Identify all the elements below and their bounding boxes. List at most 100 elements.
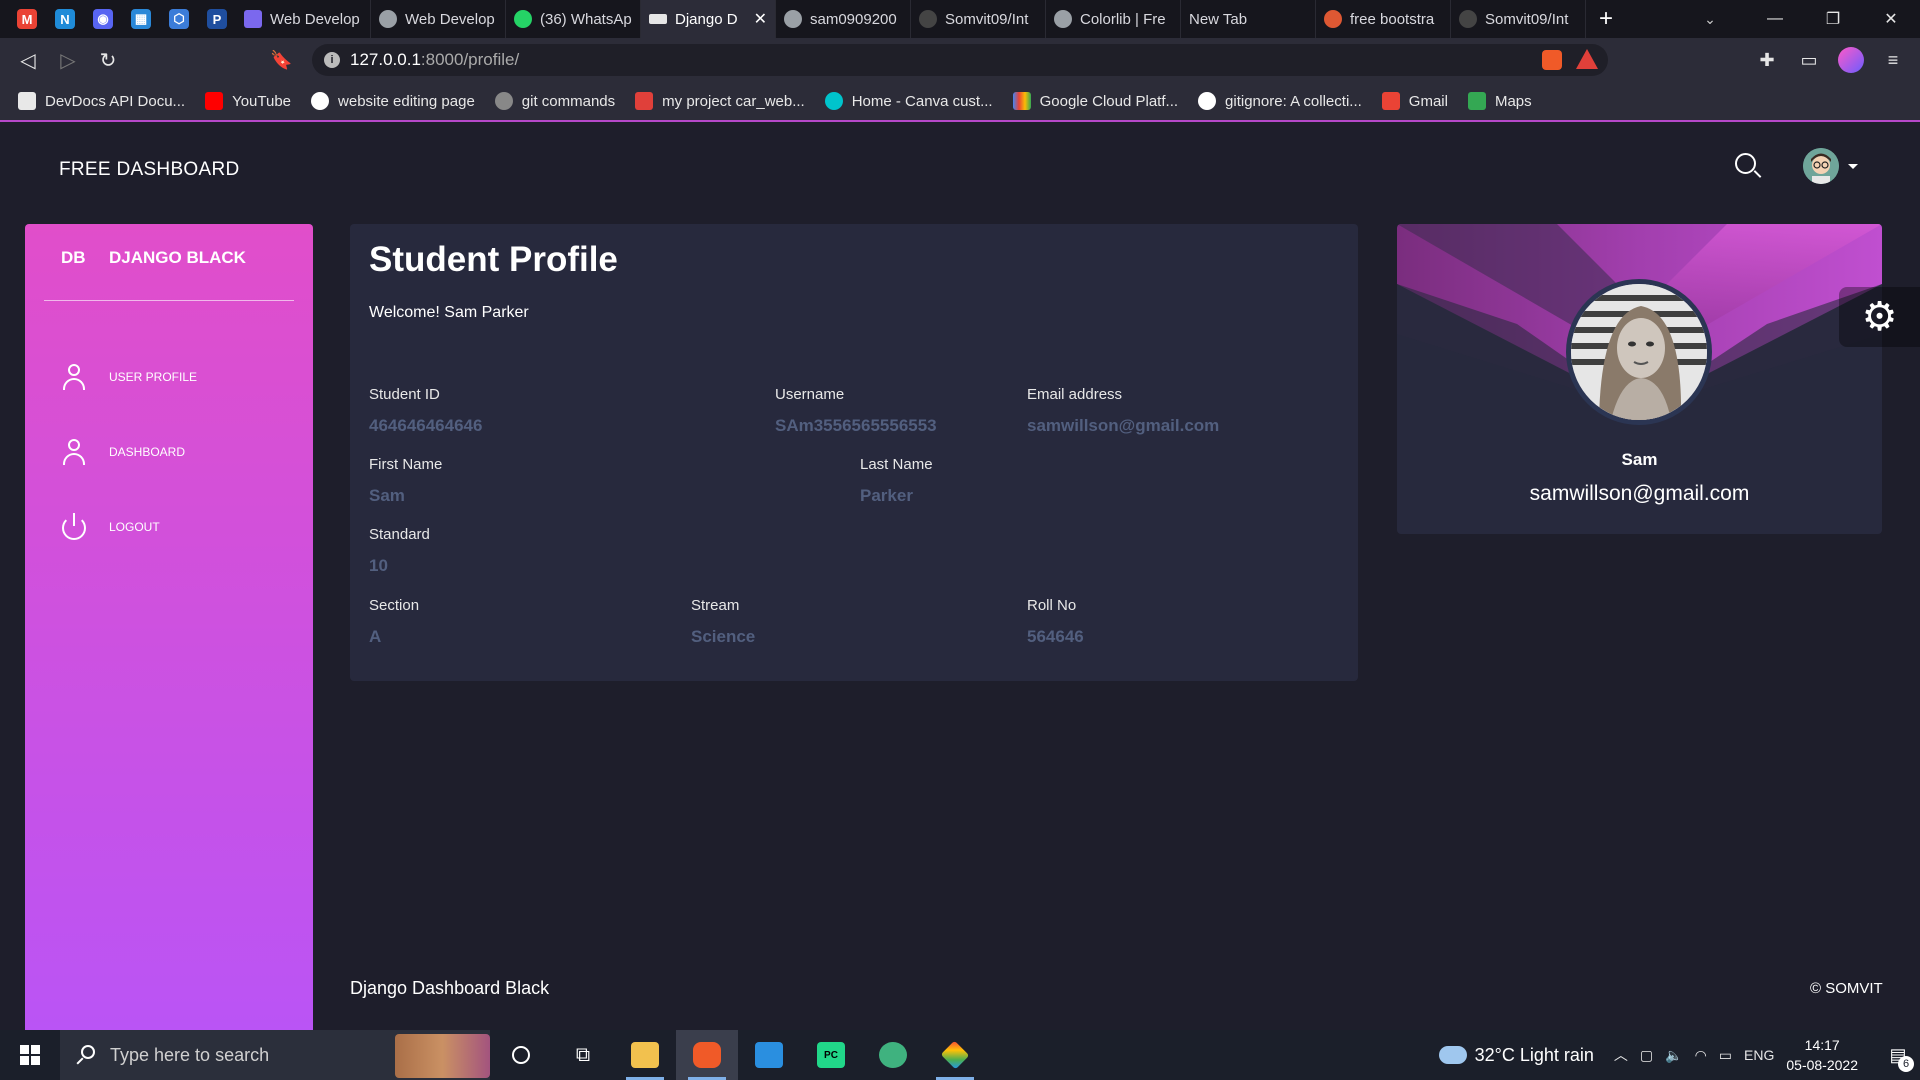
restore-icon[interactable]: ❐ bbox=[1804, 0, 1862, 38]
navbar-brand[interactable]: FREE DASHBOARD bbox=[59, 159, 240, 181]
pycharm-icon[interactable]: PC bbox=[800, 1030, 862, 1080]
volume-icon[interactable]: 🔈 bbox=[1665, 1047, 1682, 1064]
git-kraken-icon[interactable] bbox=[924, 1030, 986, 1080]
tab-title: Web Develop bbox=[405, 10, 495, 28]
url-field[interactable]: i 127.0.0.1:8000/profile/ bbox=[312, 44, 1608, 76]
power-icon bbox=[61, 512, 87, 542]
search-icon bbox=[76, 1045, 96, 1065]
email-value: samwillson@gmail.com bbox=[1027, 416, 1220, 435]
bookmark-item[interactable]: Gmail bbox=[1381, 92, 1448, 110]
browser-tab-active[interactable]: Django D ✕ bbox=[641, 0, 776, 38]
bookmark-item[interactable]: Maps bbox=[1467, 92, 1532, 110]
bookmark-item[interactable]: git commands bbox=[494, 92, 615, 110]
bookmark-label: DevDocs API Docu... bbox=[45, 92, 186, 110]
globe-icon bbox=[1054, 10, 1072, 28]
browser-tab[interactable]: sam0909200 bbox=[776, 0, 911, 38]
close-tab-icon[interactable]: ✕ bbox=[754, 9, 767, 29]
globe-icon bbox=[379, 10, 397, 28]
pinned-tab-paypal[interactable]: P bbox=[198, 0, 236, 38]
welcome-message: Welcome! Sam Parker bbox=[369, 304, 529, 321]
tab-search-chevron-icon[interactable]: ⌄ bbox=[1690, 0, 1730, 38]
weather-text: 32°C Light rain bbox=[1474, 1044, 1594, 1065]
wifi-icon[interactable]: ◠ bbox=[1695, 1047, 1707, 1064]
taskbar-clock[interactable]: 14:17 05-08-2022 bbox=[1786, 1035, 1858, 1075]
bookmarks-bar: DevDocs API Docu... YouTube website edit… bbox=[0, 82, 1920, 122]
tab-title: Colorlib | Fre bbox=[1080, 10, 1166, 28]
browser-menu-icon[interactable]: ≡ bbox=[1872, 38, 1914, 82]
browser-tab[interactable]: free bootstra bbox=[1316, 0, 1451, 38]
sidebar-item-logout[interactable]: LOGOUT bbox=[61, 507, 291, 547]
battery-icon[interactable]: ▭ bbox=[1719, 1047, 1732, 1064]
pinned-tab-hex[interactable]: ⬡ bbox=[160, 0, 198, 38]
reload-icon[interactable]: ↻ bbox=[88, 38, 128, 82]
bookmark-item[interactable]: website editing page bbox=[311, 92, 475, 110]
forward-icon[interactable]: ▷ bbox=[48, 38, 88, 82]
tab-title: Django D bbox=[675, 10, 738, 28]
atom-icon[interactable] bbox=[862, 1030, 924, 1080]
sidebar-logo[interactable]: DB bbox=[61, 248, 86, 268]
bookmark-item[interactable]: my project car_web... bbox=[635, 92, 805, 110]
bookmark-item[interactable]: Home - Canva cust... bbox=[824, 92, 993, 110]
weather-widget[interactable]: 32°C Light rain bbox=[1438, 1044, 1594, 1066]
window-close-icon[interactable]: ✕ bbox=[1862, 0, 1920, 38]
last-name-value: Parker bbox=[860, 486, 913, 505]
sidebar-title[interactable]: DJANGO BLACK bbox=[109, 248, 246, 268]
sidebar-item-user-profile[interactable]: USER PROFILE bbox=[61, 357, 291, 397]
start-button[interactable] bbox=[0, 1030, 60, 1080]
bookmark-item[interactable]: YouTube bbox=[205, 92, 291, 110]
vscode-icon[interactable] bbox=[738, 1030, 800, 1080]
email-label: Email address bbox=[1027, 386, 1123, 403]
taskbar-search-box[interactable]: Type here to search bbox=[60, 1030, 490, 1080]
profile-avatar-icon[interactable] bbox=[1830, 38, 1872, 82]
browser-tab[interactable]: Web Develop bbox=[236, 0, 371, 38]
cortana-icon[interactable] bbox=[490, 1030, 552, 1080]
back-icon[interactable]: ◁ bbox=[8, 38, 48, 82]
tab-title: Somvit09/Int bbox=[1485, 10, 1569, 28]
minimize-icon[interactable]: — bbox=[1746, 0, 1804, 38]
task-view-icon[interactable]: ⧉ bbox=[552, 1030, 614, 1080]
pinned-tab-app[interactable]: ▦ bbox=[122, 0, 160, 38]
site-info-icon[interactable]: i bbox=[324, 52, 340, 68]
browser-tab[interactable]: Web Develop bbox=[371, 0, 506, 38]
extensions-icon[interactable]: ✚ bbox=[1746, 38, 1788, 82]
footer-copyright-left: Django Dashboard Black bbox=[350, 978, 550, 998]
brave-shields-icon[interactable] bbox=[1542, 50, 1562, 70]
standard-value: 10 bbox=[369, 556, 388, 575]
file-explorer-icon[interactable] bbox=[614, 1030, 676, 1080]
bookmark-icon[interactable]: 🔖 bbox=[270, 50, 292, 71]
pinned-tab-discord[interactable]: ◉ bbox=[84, 0, 122, 38]
browser-address-bar: ◁ ▷ ↻ 🔖 i 127.0.0.1:8000/profile/ ✚ ▭ ≡ bbox=[0, 38, 1920, 82]
pinned-tabs: M N ◉ ▦ ⬡ P bbox=[0, 0, 236, 38]
brave-browser-icon[interactable] bbox=[676, 1030, 738, 1080]
browser-tab[interactable]: (36) WhatsAp bbox=[506, 0, 641, 38]
browser-tab[interactable]: Somvit09/Int bbox=[911, 0, 1046, 38]
settings-gear-icon[interactable]: ⚙ bbox=[1839, 287, 1920, 347]
bookmark-label: YouTube bbox=[232, 92, 292, 110]
user-avatar[interactable] bbox=[1803, 148, 1839, 184]
show-hidden-icons-chevron-icon[interactable]: ︿ bbox=[1614, 1045, 1628, 1065]
device-icon[interactable]: ▢ bbox=[1640, 1047, 1653, 1064]
first-name-label: First Name bbox=[369, 456, 443, 473]
search-icon[interactable] bbox=[1733, 151, 1765, 183]
sidebar-item-label: LOGOUT bbox=[109, 520, 160, 534]
github-icon bbox=[919, 10, 937, 28]
sidebar-item-dashboard[interactable]: DASHBOARD bbox=[61, 432, 291, 472]
discord-icon: ◉ bbox=[93, 9, 113, 29]
notification-center-icon[interactable]: ▤ 6 bbox=[1876, 1030, 1920, 1080]
browser-tab[interactable]: Somvit09/Int bbox=[1451, 0, 1586, 38]
pinned-tab-gmail[interactable]: M bbox=[8, 0, 46, 38]
pinned-tab-n[interactable]: N bbox=[46, 0, 84, 38]
bookmark-item[interactable]: DevDocs API Docu... bbox=[18, 92, 185, 110]
user-card-email: samwillson@gmail.com bbox=[1529, 482, 1750, 505]
browser-tab[interactable]: New Tab bbox=[1181, 0, 1316, 38]
wallet-icon[interactable]: ▭ bbox=[1788, 38, 1830, 82]
browser-tab[interactable]: Colorlib | Fre bbox=[1046, 0, 1181, 38]
windows-logo-icon bbox=[20, 1045, 40, 1065]
language-indicator[interactable]: ENG bbox=[1744, 1047, 1774, 1063]
bookmark-item[interactable]: Google Cloud Platf... bbox=[1012, 92, 1178, 110]
avatar-dropdown-caret-icon[interactable] bbox=[1848, 164, 1858, 169]
bookmark-item[interactable]: gitignore: A collecti... bbox=[1198, 92, 1362, 110]
brave-rewards-icon[interactable] bbox=[1576, 49, 1598, 69]
new-tab-button[interactable]: + bbox=[1586, 0, 1626, 38]
duckduckgo-icon bbox=[1324, 10, 1342, 28]
